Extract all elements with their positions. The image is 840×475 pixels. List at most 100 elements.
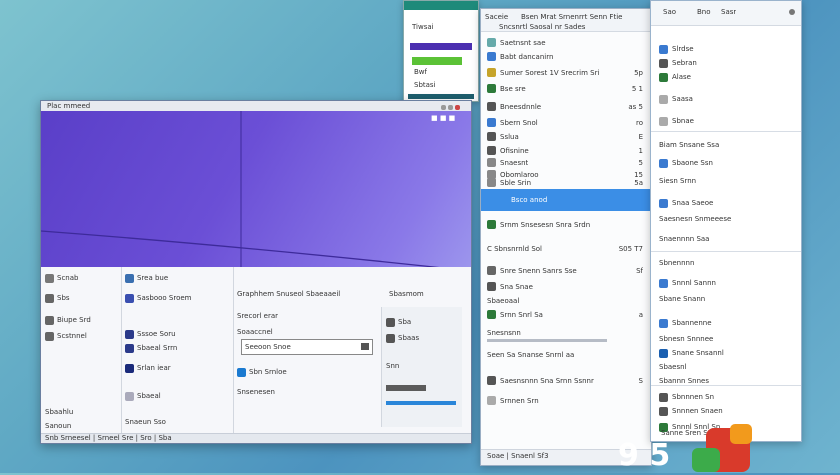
mid-pane-bottom-item[interactable]: Sbaeal	[137, 392, 161, 400]
far-row[interactable]: Siesn Srnn	[659, 177, 696, 185]
explorer-row-label[interactable]: C Sbnsnrnld Sol	[487, 245, 542, 253]
folder-icon	[45, 273, 54, 283]
far-row[interactable]: Snaa Saeoe	[672, 199, 713, 207]
explorer-row-label[interactable]: Bneesdnnle	[500, 103, 541, 111]
selected-row-label: Bsco anod	[511, 196, 548, 204]
explorer-row-label[interactable]: Bse sre	[500, 85, 526, 93]
explorer-row-label[interactable]: Sumer Sorest 1V Srecrim Sri	[500, 69, 599, 77]
teal-green-bar[interactable]	[412, 57, 462, 65]
explorer-row-label[interactable]: Saesnsnnn Sna Srnn Ssnnr	[500, 377, 594, 385]
logo-shape	[692, 424, 752, 472]
right-pane-row[interactable]: Srecorl erar	[237, 312, 278, 320]
sub-item[interactable]: Snn	[386, 362, 399, 370]
far-row[interactable]: Biam Snsane Ssa	[659, 141, 719, 149]
far-row[interactable]: Sbannn Snnes	[659, 377, 709, 385]
far-row[interactable]: Snnnen Snaen	[672, 407, 723, 415]
explorer-row-value: ro	[635, 118, 643, 127]
file-icon	[487, 158, 496, 167]
left-pane-item[interactable]: Scstnnel	[57, 332, 87, 340]
left-pane-item[interactable]: Sbs	[57, 294, 70, 302]
far-row[interactable]: Slrdse	[672, 45, 694, 53]
explorer-title: Bsen Mrat Srnenrrt Senn Ftie	[521, 13, 623, 21]
far-row[interactable]: Saasa	[672, 95, 693, 103]
right-pane-row[interactable]: Sbn Srnloe	[249, 368, 287, 376]
app-icon	[659, 318, 668, 328]
far-row[interactable]: Snane Snsannl	[672, 349, 724, 357]
explorer-row-label[interactable]: Sbaeoaal	[487, 297, 519, 305]
divider	[487, 339, 607, 342]
desktop-title: Plac mmeed	[47, 102, 91, 110]
left-pane-item[interactable]: Biupe Srd	[57, 316, 91, 324]
right-pane-heading: Graphhem Snuseol Sbaeaaeil	[237, 290, 341, 298]
far-row[interactable]: Sbnae	[672, 117, 694, 125]
right-pane-row[interactable]: Soaaccnel	[237, 328, 273, 336]
far-panel-button[interactable]: Bno	[697, 8, 711, 16]
selected-row[interactable]: Bsco anod	[481, 189, 651, 211]
explorer-row-label[interactable]: Saetnsnt sae	[500, 39, 546, 47]
mid-pane-bottom-item[interactable]: Snaeun Sso	[125, 418, 166, 426]
text-input-field[interactable]: Seeoon Snoe	[241, 339, 373, 355]
logo-text: 9 5	[618, 438, 671, 473]
far-row[interactable]: Snaennnn Saa	[659, 235, 709, 243]
far-row[interactable]: Alase	[672, 73, 691, 81]
pen-icon	[45, 315, 54, 325]
explorer-header-left[interactable]: Saceie	[485, 13, 508, 21]
maximize-icon[interactable]	[448, 104, 454, 110]
wallpaper-icons[interactable]: ■ ■ ■	[431, 114, 455, 122]
explorer-row-label[interactable]: Babt dancanirn	[500, 53, 553, 61]
explorer-row-label[interactable]: Sble Srin	[500, 179, 531, 187]
file-icon	[487, 132, 496, 141]
mid-pane-item[interactable]: Sbaeal Srrn	[137, 344, 177, 352]
left-pane-item[interactable]: Scnab	[57, 274, 78, 282]
left-pane-bottom-item[interactable]: Sbaahlu	[45, 408, 73, 416]
mid-pane-item[interactable]: Sssoe Soru	[137, 330, 176, 338]
far-row[interactable]: Sbannenne	[672, 319, 712, 327]
file-icon	[487, 102, 496, 111]
input-value: Seeoon Snoe	[245, 343, 291, 351]
close-icon[interactable]	[789, 9, 795, 15]
far-row[interactable]: Sbnennnn	[659, 259, 694, 267]
sub-item[interactable]: Sbaas	[398, 334, 419, 342]
far-panel-button[interactable]: Sasr	[721, 8, 736, 16]
left-pane-bottom-item[interactable]: Sanoun	[45, 422, 71, 430]
far-right-panel: Sao Bno Sasr Slrdse Sebran Alase Saasa S…	[650, 0, 802, 442]
separator	[651, 385, 801, 386]
far-row[interactable]: Sbaone Ssn	[672, 159, 713, 167]
far-row[interactable]: Sbnesn Snnnee	[659, 335, 713, 343]
app-logo: 9 5	[618, 418, 756, 473]
dropdown-icon[interactable]	[361, 343, 369, 350]
minimize-icon[interactable]	[441, 104, 446, 110]
sub-item[interactable]: Sba	[398, 318, 411, 326]
explorer-row-label[interactable]: Snesnsnn	[487, 329, 521, 337]
desktop-window: Plac mmeed ■ ■ ■ Scnab Sbs Biupe Srd Scs…	[40, 100, 472, 444]
toolbar-strip[interactable]	[386, 385, 426, 391]
doc-icon	[125, 293, 134, 303]
explorer-row-label[interactable]: Snaesnt	[500, 159, 528, 167]
explorer-row-label[interactable]: Srnnen Srn	[500, 397, 539, 405]
explorer-row-label[interactable]: Seen Sa Snanse Snrnl aa	[487, 351, 574, 359]
explorer-row-label[interactable]: Ofisnine	[500, 147, 529, 155]
explorer-row-label[interactable]: Sslua	[500, 133, 519, 141]
far-row[interactable]: Saesnesn Snmeeese	[659, 215, 731, 223]
explorer-row-label[interactable]: Sna Snae	[500, 283, 533, 291]
far-row[interactable]: Sebran	[672, 59, 697, 67]
far-row[interactable]: Snnnl Sannn	[672, 279, 716, 287]
mid-pane-item[interactable]: Sasbooo Sroem	[137, 294, 191, 302]
close-icon[interactable]	[455, 104, 461, 110]
explorer-row-label[interactable]: Srnn Snrl Sa	[500, 311, 543, 319]
window-controls[interactable]	[441, 103, 465, 110]
right-pane-tab[interactable]: Sbasmom	[389, 290, 424, 298]
explorer-row-label[interactable]: Srnm Snsesesn Snra Srdn	[500, 221, 590, 229]
right-pane-row[interactable]: Snsenesen	[237, 388, 275, 396]
far-row[interactable]: Sbnnnen Sn	[672, 393, 714, 401]
file-icon	[487, 396, 496, 405]
explorer-row-label[interactable]: Snre Snenn Sanrs Sse	[500, 267, 577, 275]
mid-pane-item[interactable]: Srea bue	[137, 274, 168, 282]
explorer-row-value: S05 T7	[618, 244, 643, 253]
mid-pane-item[interactable]: Srlan iear	[137, 364, 171, 372]
explorer-row-label[interactable]: Sbern Snol	[500, 119, 538, 127]
far-row[interactable]: Sbane Snann	[659, 295, 705, 303]
far-row[interactable]: Sbaesnl	[659, 363, 687, 371]
far-panel-title: Sao	[663, 8, 677, 16]
far-panel-header: Sao Bno Sasr	[651, 1, 801, 26]
